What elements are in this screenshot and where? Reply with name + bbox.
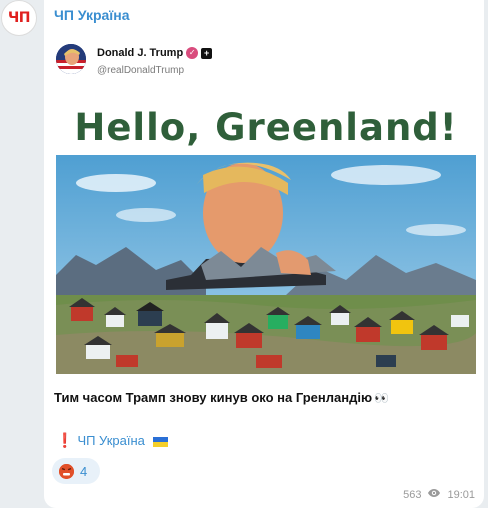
tweet-author-name-text: Donald J. Trump	[97, 47, 184, 59]
eyes-emoji-icon: 👀	[374, 391, 389, 405]
reaction-count: 4	[80, 463, 88, 479]
tweet-author-avatar	[56, 44, 86, 74]
plus-badge-icon: +	[201, 47, 213, 59]
verified-badge-icon: ✓	[186, 47, 199, 60]
ukraine-flag-icon	[152, 436, 168, 447]
enraged-face-icon	[59, 463, 74, 479]
message-bubble: ЧП Україна Donald J. Trump ✓ + @realDonald…	[44, 0, 484, 508]
tweet-author-name: Donald J. Trump ✓ +	[97, 47, 213, 60]
message-time: 19:01	[447, 488, 475, 501]
channel-avatar-text: ЧП	[7, 10, 31, 26]
channel-promo: ❗ ЧП Україна	[56, 432, 168, 449]
eye-icon	[427, 488, 441, 501]
greenland-photo	[56, 155, 476, 374]
post-caption: Тим часом Трамп знову кинув око на Гренл…	[54, 390, 389, 405]
view-count: 563	[403, 488, 422, 501]
exclamation-icon: ❗	[56, 432, 74, 448]
channel-promo-link[interactable]: ЧП Україна	[77, 433, 144, 448]
channel-avatar[interactable]: ЧП	[1, 0, 37, 36]
tweet-image[interactable]: Donald J. Trump ✓ + @realDonaldTrump Hello…	[56, 32, 476, 377]
image-headline: Hello, Greenland!	[74, 106, 458, 149]
tweet-author-handle: @realDonaldTrump	[97, 65, 185, 76]
post-caption-text: Тим часом Трамп знову кинув око на Гренл…	[54, 390, 373, 405]
message-meta: 563 19:01	[403, 488, 475, 501]
channel-name[interactable]: ЧП Україна	[54, 7, 130, 23]
reaction-button[interactable]: 4	[52, 458, 100, 484]
